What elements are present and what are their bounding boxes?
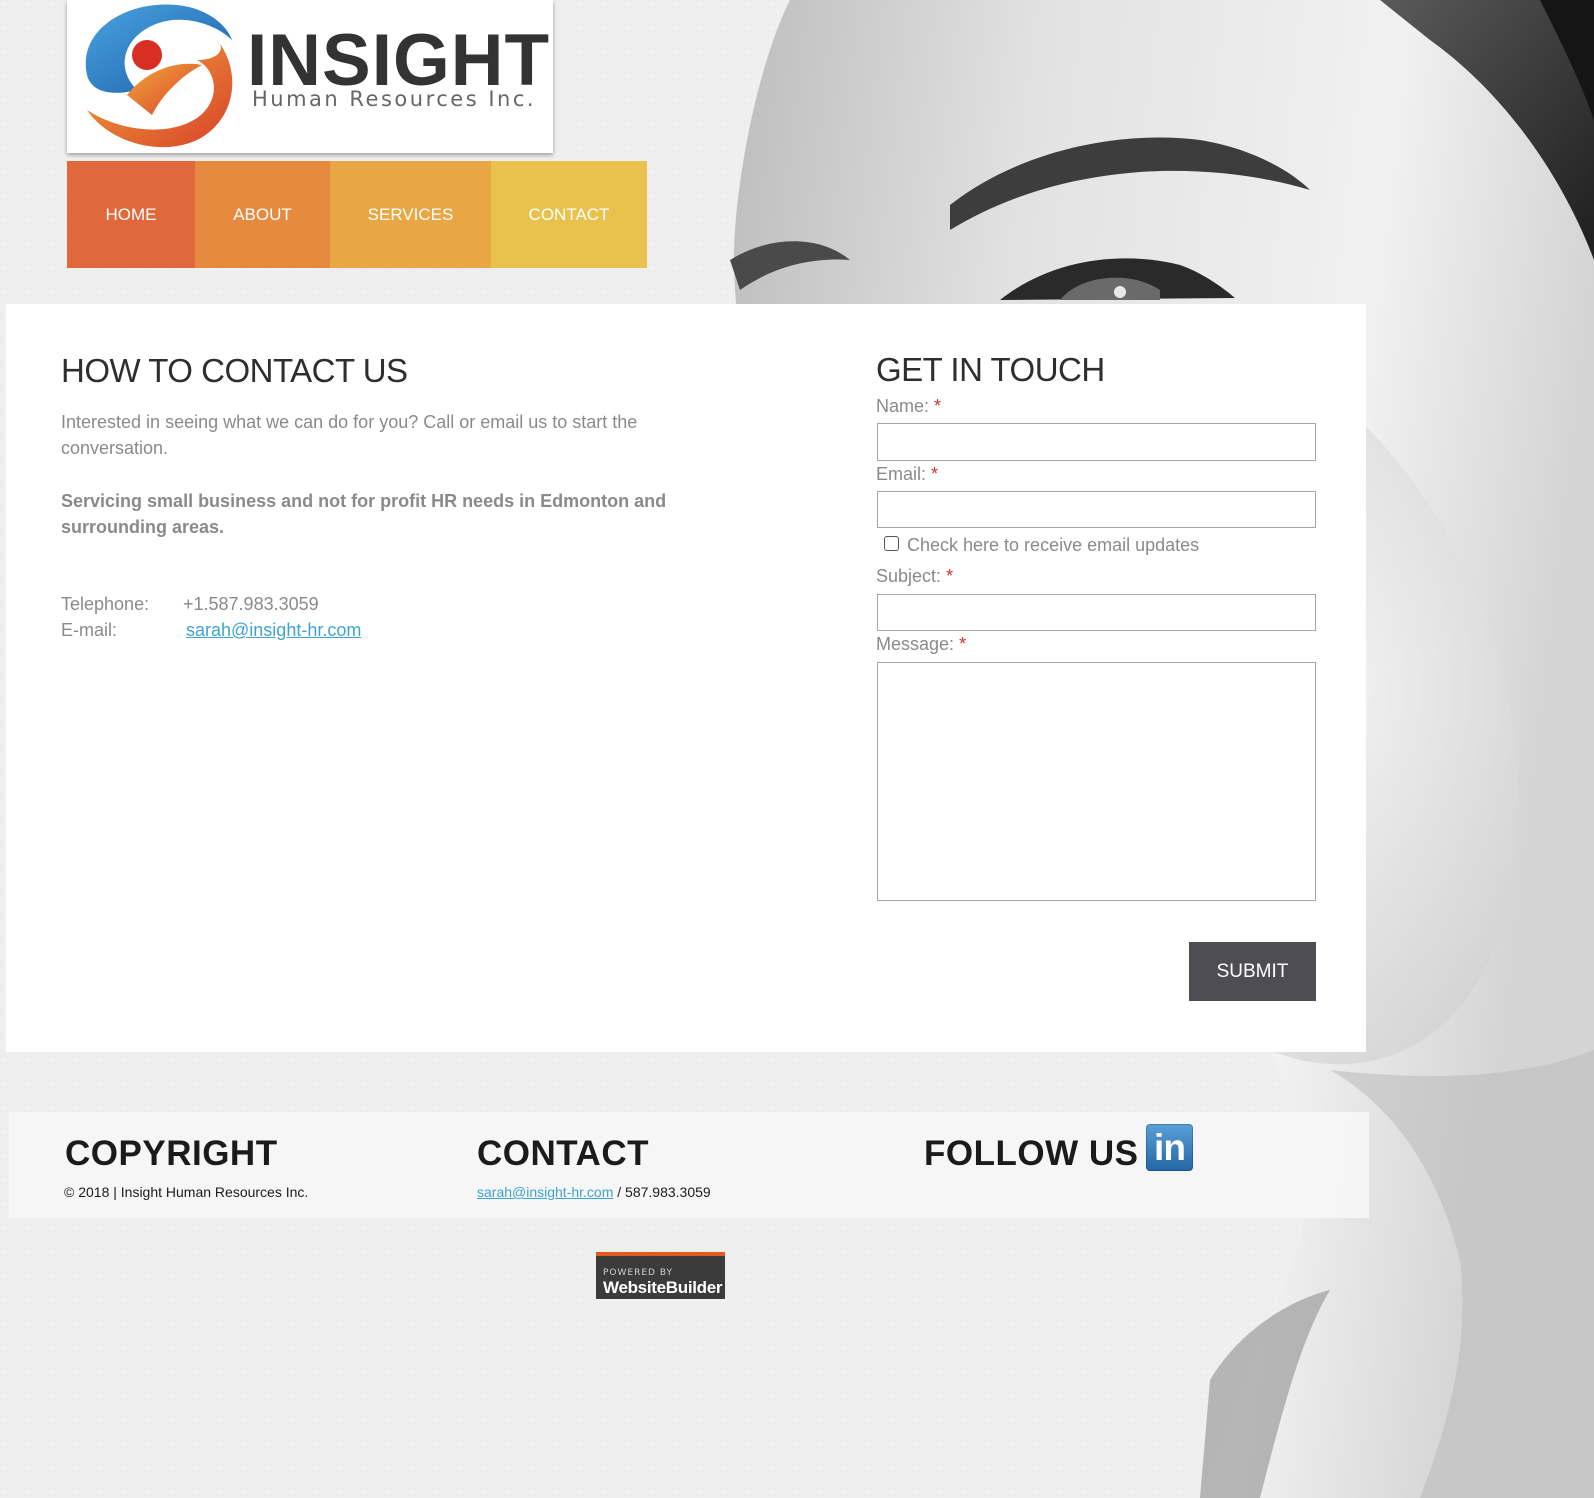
site-logo[interactable]: INSIGHT Human Resources Inc.: [67, 0, 553, 153]
subject-label: Subject: *: [876, 566, 953, 587]
name-required-marker: *: [934, 396, 942, 416]
submit-button[interactable]: SUBMIT: [1189, 942, 1316, 1001]
form-heading: GET IN TOUCH: [876, 351, 1105, 388]
name-field[interactable]: [877, 423, 1316, 461]
footer-follow-heading: FOLLOW US: [924, 1134, 1139, 1173]
nav-contact-label: CONTACT: [528, 204, 610, 224]
linkedin-icon[interactable]: in: [1146, 1124, 1193, 1171]
logo-tagline: Human Resources Inc.: [252, 87, 537, 111]
footer-email-link[interactable]: sarah@insight-hr.com: [477, 1184, 613, 1200]
email-label: E-mail:: [61, 620, 118, 640]
contact-heading: HOW TO CONTACT US: [61, 352, 408, 389]
footer-copyright-heading: COPYRIGHT: [65, 1134, 278, 1173]
nav-home-label: HOME: [105, 204, 157, 224]
name-label: Name: *: [876, 396, 941, 417]
nav-services-label: SERVICES: [367, 204, 454, 224]
nav-about-label: ABOUT: [233, 204, 292, 224]
service-area-text: Servicing small business and not for pro…: [61, 491, 667, 537]
nav-contact[interactable]: CONTACT: [491, 161, 647, 268]
footer-copyright-text: © 2018 | Insight Human Resources Inc.: [64, 1184, 309, 1200]
powered-by-line2: WebsiteBuilder: [603, 1278, 723, 1297]
subject-field[interactable]: [877, 594, 1316, 631]
main-nav: HOME ABOUT SERVICES CONTACT: [67, 161, 647, 268]
email-updates-label[interactable]: Check here to receive email updates: [907, 535, 1199, 556]
powered-by-line1: POWERED BY: [603, 1268, 674, 1278]
email-required-marker: *: [931, 464, 939, 484]
message-required-marker: *: [959, 634, 967, 654]
email-updates-checkbox[interactable]: [884, 536, 899, 551]
email-link[interactable]: sarah@insight-hr.com: [186, 620, 361, 641]
footer-contact-heading: CONTACT: [477, 1134, 649, 1173]
message-field[interactable]: [877, 662, 1316, 901]
contact-intro: Interested in seeing what we can do for …: [61, 412, 638, 458]
nav-services[interactable]: SERVICES: [330, 161, 491, 268]
message-label-text: Message:: [876, 634, 955, 654]
email-field-label-text: Email:: [876, 464, 927, 484]
footer-contact-line: sarah@insight-hr.com / 587.983.3059: [477, 1184, 711, 1200]
footer-phone-text: / 587.983.3059: [613, 1184, 711, 1200]
name-label-text: Name:: [876, 396, 930, 416]
nav-about[interactable]: ABOUT: [195, 161, 330, 268]
subject-required-marker: *: [946, 566, 954, 586]
linkedin-icon-text: in: [1154, 1126, 1186, 1168]
telephone-label: Telephone:: [61, 594, 150, 614]
powered-by-badge[interactable]: POWERED BY WebsiteBuilder: [596, 1252, 725, 1299]
email-field-label: Email: *: [876, 464, 938, 485]
email-field[interactable]: [877, 491, 1316, 528]
telephone-value: +1.587.983.3059: [183, 594, 319, 614]
nav-home[interactable]: HOME: [67, 161, 195, 268]
subject-label-text: Subject:: [876, 566, 942, 586]
message-label: Message: *: [876, 634, 966, 655]
